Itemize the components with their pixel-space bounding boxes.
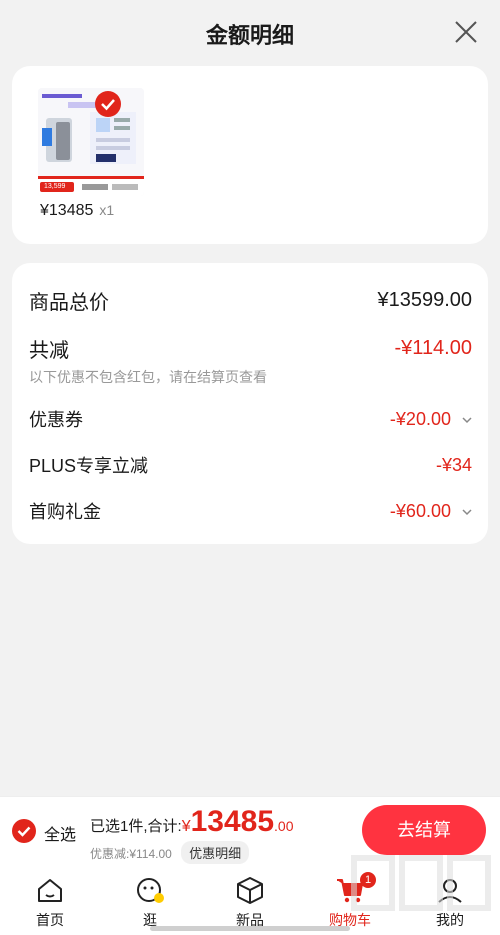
product-price-row: ¥13485 x1 bbox=[40, 202, 114, 220]
tab-home-label: 首页 bbox=[36, 912, 64, 928]
product-image: 13,599 bbox=[38, 88, 144, 196]
home-indicator bbox=[150, 926, 350, 931]
coupon-value-wrap: -¥20.00 bbox=[390, 409, 472, 430]
box-icon bbox=[237, 877, 263, 904]
first-purchase-row[interactable]: 首购礼金 -¥60.00 bbox=[29, 498, 472, 524]
check-icon bbox=[17, 826, 31, 837]
close-icon bbox=[455, 21, 477, 43]
home-icon bbox=[38, 879, 62, 902]
header: 金额明细 bbox=[0, 0, 500, 64]
first-purchase-label: 首购礼金 bbox=[29, 502, 101, 522]
price-summary-card: 商品总价 ¥13599.00 共减 -¥114.00 以下优惠不包含红包，请在结… bbox=[12, 263, 488, 544]
total-price-label: 商品总价 bbox=[29, 292, 109, 314]
total-decimal: .00 bbox=[274, 818, 294, 834]
selected-count-text: 已选1件,合计: bbox=[90, 818, 182, 835]
tab-home[interactable]: 首页 bbox=[0, 866, 100, 935]
product-price: ¥13485 bbox=[40, 202, 94, 219]
close-button[interactable] bbox=[452, 18, 480, 46]
product-quantity: x1 bbox=[99, 202, 115, 218]
page-title: 金额明细 bbox=[205, 23, 294, 48]
total-line: 已选1件,合计:¥13485.00 bbox=[90, 805, 294, 839]
selected-check-icon bbox=[95, 91, 121, 117]
product-thumbnail[interactable]: 13,599 bbox=[38, 88, 144, 246]
total-reduce-value: -¥114.00 bbox=[394, 337, 472, 359]
first-purchase-value: -¥60.00 bbox=[389, 500, 451, 521]
discount-text: 优惠减:¥114.00 bbox=[90, 847, 172, 861]
coupon-value: -¥20.00 bbox=[389, 408, 451, 429]
discount-line: 优惠减:¥114.00 优惠明细 bbox=[90, 841, 250, 864]
reduce-note: 以下优惠不包含红包，请在结算页查看 bbox=[29, 369, 267, 385]
coupon-row[interactable]: 优惠券 -¥20.00 bbox=[29, 406, 472, 432]
total-reduce-row: 共减 -¥114.00 bbox=[29, 334, 472, 363]
plus-discount-row: PLUS专享立减 -¥34 bbox=[29, 452, 472, 478]
chevron-down-icon bbox=[462, 509, 472, 515]
select-all-label[interactable]: 全选 bbox=[44, 821, 76, 845]
first-purchase-value-wrap: -¥60.00 bbox=[390, 501, 472, 522]
total-currency: ¥ bbox=[181, 818, 191, 835]
total-price-row: 商品总价 ¥13599.00 bbox=[29, 286, 472, 315]
select-all-checkbox[interactable] bbox=[12, 819, 36, 843]
tab-new[interactable]: 新品 bbox=[200, 866, 300, 935]
total-amount: 13485 bbox=[190, 805, 275, 838]
plus-discount-value: -¥34 bbox=[435, 454, 472, 475]
tab-browse[interactable]: 逛 bbox=[100, 866, 200, 935]
browse-icon bbox=[137, 878, 164, 903]
chevron-down-icon bbox=[462, 417, 472, 423]
product-card: 13,599 ¥13485 x1 bbox=[12, 66, 488, 244]
plus-discount-label: PLUS专享立减 bbox=[29, 456, 149, 476]
thumb-caption: 13,599 bbox=[44, 183, 66, 190]
total-reduce-label: 共减 bbox=[29, 340, 69, 362]
watermark-logo bbox=[351, 855, 491, 911]
discount-detail-chip[interactable]: 优惠明细 bbox=[181, 841, 250, 864]
coupon-label: 优惠券 bbox=[29, 410, 83, 430]
total-price-value: ¥13599.00 bbox=[377, 289, 472, 311]
